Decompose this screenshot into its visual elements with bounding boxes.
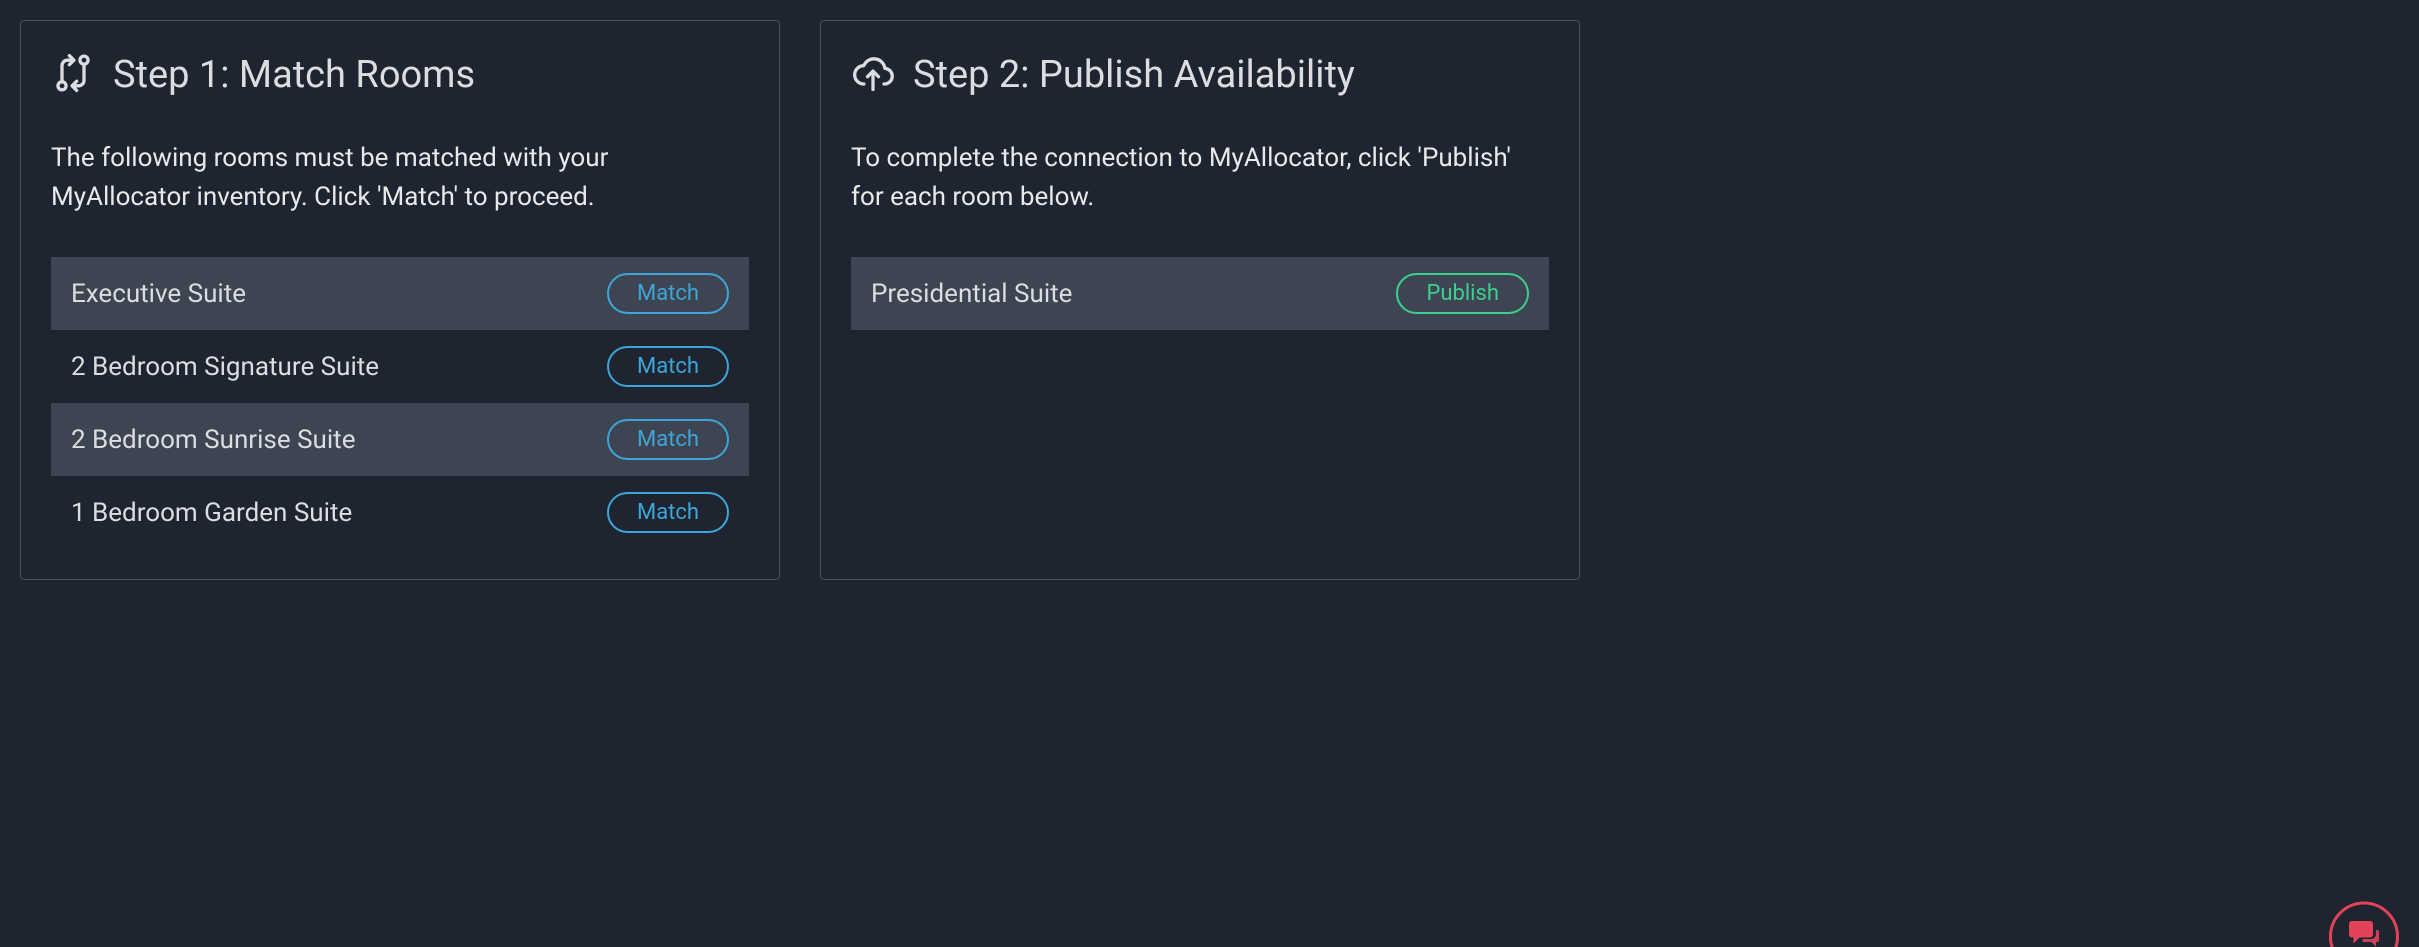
match-button[interactable]: Match: [607, 419, 729, 460]
chat-widget-button[interactable]: [2329, 902, 2399, 947]
match-button[interactable]: Match: [607, 346, 729, 387]
room-row: 2 Bedroom Signature Suite Match: [51, 330, 749, 403]
room-row: Presidential Suite Publish: [851, 257, 1549, 330]
publish-button[interactable]: Publish: [1396, 273, 1529, 314]
room-name: 2 Bedroom Sunrise Suite: [71, 425, 355, 455]
step2-room-list: Presidential Suite Publish: [851, 257, 1549, 330]
match-button[interactable]: Match: [607, 492, 729, 533]
room-name: Executive Suite: [71, 279, 246, 309]
cloud-upload-icon: [851, 51, 895, 99]
room-name: 1 Bedroom Garden Suite: [71, 498, 352, 528]
room-row: 2 Bedroom Sunrise Suite Match: [51, 403, 749, 476]
step1-title: Step 1: Match Rooms: [113, 53, 475, 97]
step2-header: Step 2: Publish Availability: [851, 51, 1549, 99]
step2-description: To complete the connection to MyAllocato…: [851, 139, 1549, 217]
chat-icon: [2346, 917, 2382, 947]
step1-room-list: Executive Suite Match 2 Bedroom Signatur…: [51, 257, 749, 549]
room-row: Executive Suite Match: [51, 257, 749, 330]
git-compare-icon: [51, 51, 95, 99]
room-name: Presidential Suite: [871, 279, 1072, 309]
step1-description: The following rooms must be matched with…: [51, 139, 749, 217]
step2-panel: Step 2: Publish Availability To complete…: [820, 20, 1580, 580]
room-row: 1 Bedroom Garden Suite Match: [51, 476, 749, 549]
step1-header: Step 1: Match Rooms: [51, 51, 749, 99]
step1-panel: Step 1: Match Rooms The following rooms …: [20, 20, 780, 580]
steps-container: Step 1: Match Rooms The following rooms …: [20, 20, 2399, 580]
room-name: 2 Bedroom Signature Suite: [71, 352, 379, 382]
step2-title: Step 2: Publish Availability: [913, 53, 1355, 97]
match-button[interactable]: Match: [607, 273, 729, 314]
